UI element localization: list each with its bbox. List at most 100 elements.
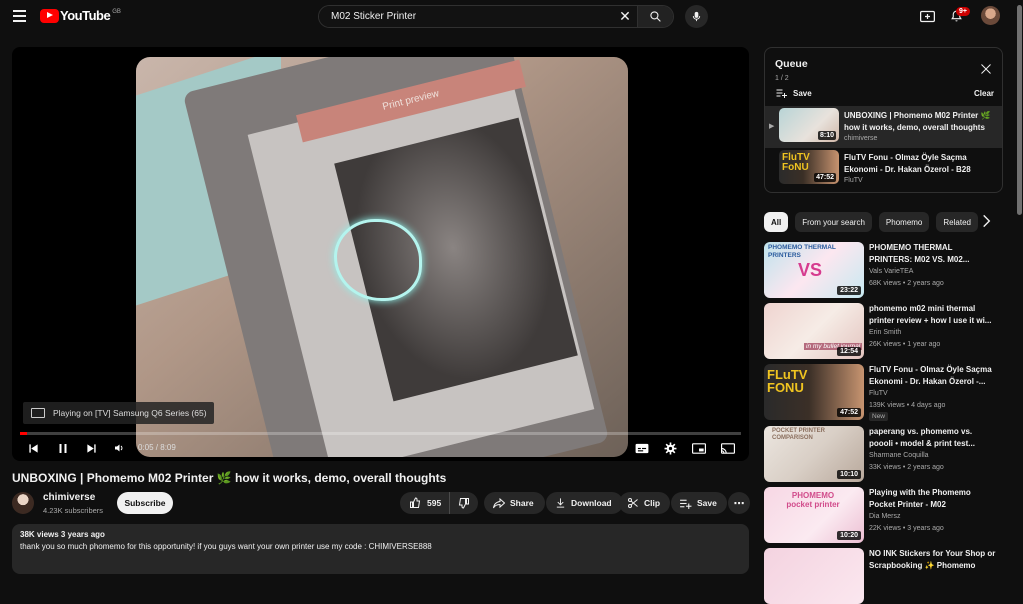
now-playing-icon: ▶	[769, 123, 775, 130]
subscribe-button[interactable]: Subscribe	[117, 492, 173, 514]
recommendation-channel: Vals VarieTEA	[869, 268, 914, 275]
queue-item-channel: chimiverse	[844, 135, 878, 142]
search-button[interactable]	[637, 6, 673, 27]
recommendation-item[interactable]: in my bullet journal 12:54 phomemo m02 m…	[764, 303, 1004, 359]
create-button[interactable]	[919, 8, 935, 24]
share-label: Share	[510, 498, 534, 508]
chip-from-your-search[interactable]: From your search	[795, 212, 872, 232]
share-button[interactable]: Share	[484, 492, 545, 514]
like-count: 595	[427, 498, 442, 508]
recommendation-stats: 26K views • 1 year ago	[869, 341, 941, 348]
recommendation-channel: Erin Smith	[869, 329, 902, 336]
chip-phomemo[interactable]: Phomemo	[878, 212, 930, 232]
queue-thumbnail: 8:10	[779, 108, 839, 142]
queue-clear-button[interactable]: Clear	[974, 89, 994, 98]
recommendation-title: phomemo m02 mini thermal printer review …	[869, 304, 992, 325]
video-player[interactable]: Print preview Playing on [TV] Samsung Q6…	[12, 47, 749, 461]
pause-button[interactable]	[57, 441, 69, 455]
chip-all[interactable]: All	[764, 212, 789, 232]
miniplayer-button[interactable]	[692, 441, 706, 455]
recommendation-duration: 12:54	[837, 347, 861, 356]
menu-icon[interactable]	[13, 10, 26, 22]
recommendation-title: NO INK Stickers for Your Shop or Scrapbo…	[869, 549, 996, 570]
subtitles-button[interactable]	[635, 441, 649, 455]
recommendation-title: PHOMEMO THERMAL PRINTERS: M02 VS. M02...	[869, 243, 970, 264]
scrollbar-thumb[interactable]	[1017, 5, 1022, 215]
thumb-text: FLuTV FONU	[767, 367, 808, 395]
top-bar: YouTube GB ✕ 9+	[0, 0, 1023, 33]
save-button[interactable]: Save	[671, 492, 727, 514]
recommendation-item[interactable]: POCKET PRINTER COMPARISON 10:10 paperang…	[764, 426, 1004, 482]
clear-search-icon[interactable]: ✕	[613, 6, 637, 27]
save-label: Save	[697, 498, 717, 508]
voice-search-button[interactable]	[685, 5, 708, 28]
chips-next-button[interactable]	[982, 214, 991, 233]
recommendation-channel: Dia Mersz	[869, 513, 901, 520]
subscriber-count: 4.23K subscribers	[43, 506, 104, 515]
region-code: GB	[112, 8, 121, 15]
channel-avatar[interactable]	[12, 492, 34, 514]
download-button[interactable]: Download	[546, 492, 623, 514]
chevron-right-icon	[983, 214, 991, 228]
chip-related[interactable]: Related	[936, 212, 978, 232]
account-avatar[interactable]	[981, 6, 1000, 25]
dislike-button[interactable]	[450, 492, 478, 514]
page-scrollbar[interactable]	[1016, 0, 1023, 566]
settings-button[interactable]	[664, 441, 677, 455]
queue-save-button[interactable]: Save	[775, 88, 812, 98]
recommendation-title: FluTV Fonu - Olmaz Öyle Saçma Ekonomi - …	[869, 365, 992, 386]
cast-button[interactable]	[721, 441, 735, 455]
share-icon	[493, 497, 505, 509]
recommendation-item[interactable]: PHOMEMO pocket printer 10:20 Playing wit…	[764, 487, 1004, 543]
next-button[interactable]	[86, 441, 97, 455]
queue-item-title: UNBOXING | Phomemo M02 Printer 🌿 how it …	[844, 111, 991, 132]
skip-previous-icon	[29, 443, 38, 453]
recommendation-duration: 47:52	[837, 408, 861, 417]
youtube-logo[interactable]: YouTube GB	[40, 8, 121, 23]
recommendation-item[interactable]: FLuTV FONU 47:52 FluTV Fonu - Olmaz Öyle…	[764, 364, 1004, 421]
clip-button[interactable]: Clip	[619, 492, 671, 514]
recommendation-item[interactable]: NO INK Stickers for Your Shop or Scrapbo…	[764, 548, 1004, 604]
download-icon	[555, 497, 566, 509]
new-badge: New	[869, 412, 889, 421]
recommendation-duration: 10:10	[837, 470, 861, 479]
close-queue-button[interactable]	[980, 62, 992, 80]
queue-panel: Queue 1 / 2 Save Clear ▶ 8:10 UNBOXING |…	[764, 47, 1003, 193]
logo-text: YouTube	[60, 8, 111, 23]
like-button[interactable]: 595	[400, 492, 450, 514]
cast-icon	[31, 408, 45, 418]
queue-duration: 8:10	[817, 131, 836, 140]
queue-thumb-art: FluTV FoNU	[782, 152, 810, 173]
thumbs-up-icon	[410, 497, 421, 508]
progress-bar[interactable]	[20, 432, 741, 435]
thumb-text: PHOMEMO pocket printer	[786, 491, 840, 509]
previous-button[interactable]	[28, 441, 39, 455]
description-box[interactable]: 38K views 3 years ago thank you so much …	[12, 524, 749, 574]
queue-save-label: Save	[793, 88, 812, 98]
recommendation-item[interactable]: PHOMEMO THERMAL PRINTERS VS 23:22 PHOMEM…	[764, 242, 1004, 298]
like-dislike-group: 595	[400, 492, 478, 514]
recommendation-channel: FluTV	[869, 390, 888, 397]
search-input[interactable]	[319, 6, 613, 27]
more-actions-button[interactable]: ⋯	[728, 492, 750, 514]
time-display: 0:05 / 8:09	[138, 443, 176, 452]
save-playlist-icon	[776, 89, 787, 98]
miniplayer-icon	[692, 442, 706, 454]
youtube-play-icon	[40, 8, 59, 23]
recommendation-stats: 33K views • 2 years ago	[869, 464, 944, 471]
video-title: UNBOXING | Phomemo M02 Printer 🌿 how it …	[12, 471, 447, 485]
cast-status-text: Playing on [TV] Samsung Q6 Series (65)	[53, 408, 207, 418]
queue-item[interactable]: FluTV FoNU 47:52 FluTV Fonu - Olmaz Öyle …	[765, 148, 1002, 190]
volume-button[interactable]	[113, 441, 126, 455]
video-frame: Print preview	[136, 57, 628, 457]
progress-fill	[20, 432, 28, 435]
channel-name[interactable]: chimiverse	[43, 492, 95, 503]
recommendation-thumbnail	[764, 548, 864, 604]
queue-item[interactable]: ▶ 8:10 UNBOXING | Phomemo M02 Printer 🌿 …	[765, 106, 1002, 148]
gear-icon	[664, 442, 677, 454]
recommendation-title: paperang vs. phomemo vs. poooli • model …	[869, 427, 975, 448]
recommendation-channel: Sharmane Coquilla	[869, 452, 929, 459]
queue-duration: 47:52	[814, 173, 836, 182]
scissors-icon	[627, 497, 639, 509]
microphone-icon	[692, 11, 701, 22]
